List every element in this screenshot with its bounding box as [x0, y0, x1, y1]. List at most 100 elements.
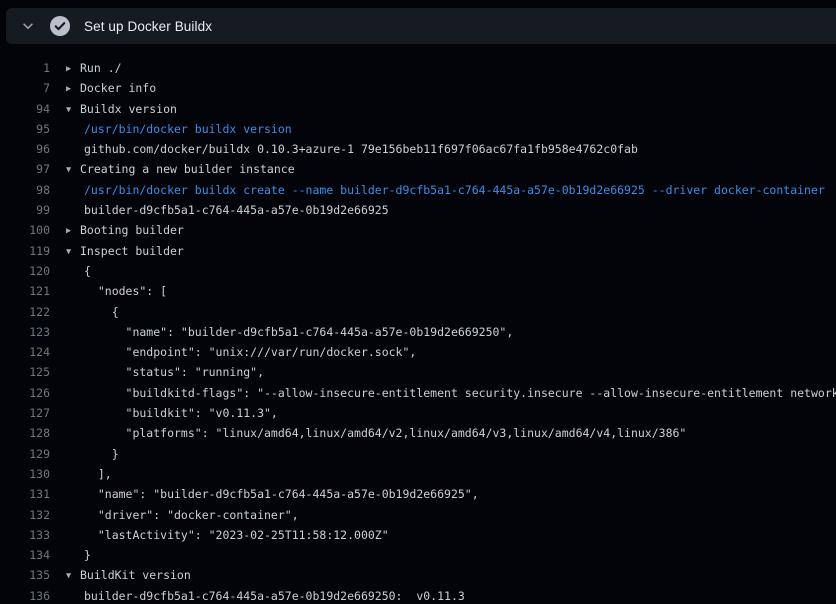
line-number[interactable]: 120: [0, 261, 50, 281]
log-line: 99 builder-d9cfb5a1-c764-445a-a57e-0b19d…: [0, 200, 836, 220]
line-number[interactable]: 97: [0, 159, 50, 179]
actions-log-viewer: Set up Docker Buildx 1 ▶Run ./ 7 ▶Docker…: [0, 0, 836, 604]
group-title[interactable]: Docker info: [80, 81, 156, 95]
log-line-text[interactable]: ▶Docker info: [50, 78, 836, 98]
log-line: 98 /usr/bin/docker buildx create --name …: [0, 180, 836, 200]
log-line: 131 "name": "builder-d9cfb5a1-c764-445a-…: [0, 484, 836, 504]
line-number[interactable]: 100: [0, 220, 50, 240]
line-number[interactable]: 128: [0, 423, 50, 443]
log-group-row: 100 ▶Booting builder: [0, 220, 836, 240]
line-number[interactable]: 131: [0, 484, 50, 504]
line-number[interactable]: 99: [0, 200, 50, 220]
log-line: 133 "lastActivity": "2023-02-25T11:58:12…: [0, 525, 836, 545]
line-number[interactable]: 1: [0, 58, 50, 78]
log-line-text: "status": "running",: [50, 362, 836, 382]
line-number[interactable]: 135: [0, 565, 50, 585]
log-area: 1 ▶Run ./ 7 ▶Docker info 94 ▼Buildx vers…: [0, 44, 836, 604]
log-line-text[interactable]: ▼Creating a new builder instance: [50, 159, 836, 179]
line-number[interactable]: 130: [0, 464, 50, 484]
log-line-text: }: [50, 444, 836, 464]
log-line-text: github.com/docker/buildx 0.10.3+azure-1 …: [50, 139, 836, 159]
group-title[interactable]: Run ./: [80, 61, 122, 75]
line-number[interactable]: 124: [0, 342, 50, 362]
log-line-text: "buildkit": "v0.11.3",: [50, 403, 836, 423]
log-line-text: {: [50, 261, 836, 281]
group-title[interactable]: Creating a new builder instance: [80, 162, 295, 176]
line-number[interactable]: 132: [0, 505, 50, 525]
log-line-text[interactable]: ▼BuildKit version: [50, 565, 836, 585]
line-number[interactable]: 96: [0, 139, 50, 159]
group-title[interactable]: Inspect builder: [80, 244, 184, 258]
line-number[interactable]: 94: [0, 99, 50, 119]
line-number[interactable]: 125: [0, 362, 50, 382]
step-title: Set up Docker Buildx: [84, 19, 212, 34]
log-line-text: /usr/bin/docker buildx version: [50, 119, 836, 139]
log-line: 95 /usr/bin/docker buildx version: [0, 119, 836, 139]
group-title[interactable]: Booting builder: [80, 223, 184, 237]
line-number[interactable]: 126: [0, 383, 50, 403]
log-line: 124 "endpoint": "unix:///var/run/docker.…: [0, 342, 836, 362]
log-line: 122 {: [0, 302, 836, 322]
line-number[interactable]: 119: [0, 241, 50, 261]
log-line-text: "nodes": [: [50, 281, 836, 301]
log-group-row: 94 ▼Buildx version: [0, 99, 836, 119]
log-line-text: }: [50, 545, 836, 565]
log-line: 123 "name": "builder-d9cfb5a1-c764-445a-…: [0, 322, 836, 342]
log-line: 134 }: [0, 545, 836, 565]
line-number[interactable]: 127: [0, 403, 50, 423]
line-number[interactable]: 123: [0, 322, 50, 342]
log-line: 130 ],: [0, 464, 836, 484]
log-group-row: 97 ▼Creating a new builder instance: [0, 159, 836, 179]
log-line-text[interactable]: ▼Buildx version: [50, 99, 836, 119]
line-number[interactable]: 121: [0, 281, 50, 301]
log-group-row: 7 ▶Docker info: [0, 78, 836, 98]
line-number[interactable]: 7: [0, 78, 50, 98]
log-line: 125 "status": "running",: [0, 362, 836, 382]
log-line-text[interactable]: ▶Run ./: [50, 58, 836, 78]
log-line: 121 "nodes": [: [0, 281, 836, 301]
log-line-text: ],: [50, 464, 836, 484]
group-title[interactable]: Buildx version: [80, 102, 177, 116]
group-expanded-icon[interactable]: ▼: [66, 160, 80, 179]
log-line: 127 "buildkit": "v0.11.3",: [0, 403, 836, 423]
log-line: 128 "platforms": "linux/amd64,linux/amd6…: [0, 423, 836, 443]
log-line: 132 "driver": "docker-container",: [0, 505, 836, 525]
group-collapsed-icon[interactable]: ▶: [66, 59, 80, 78]
group-expanded-icon[interactable]: ▼: [66, 242, 80, 261]
log-group-row: 135 ▼BuildKit version: [0, 565, 836, 585]
line-number[interactable]: 133: [0, 525, 50, 545]
group-collapsed-icon[interactable]: ▶: [66, 221, 80, 240]
group-expanded-icon[interactable]: ▼: [66, 566, 80, 585]
line-number[interactable]: 136: [0, 586, 50, 604]
log-line-text: "endpoint": "unix:///var/run/docker.sock…: [50, 342, 836, 362]
log-group-row: 1 ▶Run ./: [0, 58, 836, 78]
log-line-text: "lastActivity": "2023-02-25T11:58:12.000…: [50, 525, 836, 545]
log-line: 129 }: [0, 444, 836, 464]
line-number[interactable]: 129: [0, 444, 50, 464]
log-line-text: "buildkitd-flags": "--allow-insecure-ent…: [50, 383, 836, 403]
log-line-text: "platforms": "linux/amd64,linux/amd64/v2…: [50, 423, 836, 443]
log-line: 136 builder-d9cfb5a1-c764-445a-a57e-0b19…: [0, 586, 836, 604]
step-header[interactable]: Set up Docker Buildx: [6, 8, 836, 44]
log-line-text[interactable]: ▶Booting builder: [50, 220, 836, 240]
line-number[interactable]: 95: [0, 119, 50, 139]
log-line-text: "name": "builder-d9cfb5a1-c764-445a-a57e…: [50, 484, 836, 504]
log-line-text: "name": "builder-d9cfb5a1-c764-445a-a57e…: [50, 322, 836, 342]
log-line-text: {: [50, 302, 836, 322]
group-expanded-icon[interactable]: ▼: [66, 100, 80, 119]
check-circle-icon: [50, 16, 70, 36]
group-title[interactable]: BuildKit version: [80, 568, 191, 582]
log-line-text: "driver": "docker-container",: [50, 505, 836, 525]
group-collapsed-icon[interactable]: ▶: [66, 79, 80, 98]
log-line-text: builder-d9cfb5a1-c764-445a-a57e-0b19d2e6…: [50, 200, 836, 220]
line-number[interactable]: 134: [0, 545, 50, 565]
log-line: 126 "buildkitd-flags": "--allow-insecure…: [0, 383, 836, 403]
log-group-row: 119 ▼Inspect builder: [0, 241, 836, 261]
line-number[interactable]: 122: [0, 302, 50, 322]
log-line-text: /usr/bin/docker buildx create --name bui…: [50, 180, 836, 200]
log-line: 96 github.com/docker/buildx 0.10.3+azure…: [0, 139, 836, 159]
log-line-text: builder-d9cfb5a1-c764-445a-a57e-0b19d2e6…: [50, 586, 836, 604]
line-number[interactable]: 98: [0, 180, 50, 200]
chevron-down-icon[interactable]: [20, 18, 36, 34]
log-line-text[interactable]: ▼Inspect builder: [50, 241, 836, 261]
